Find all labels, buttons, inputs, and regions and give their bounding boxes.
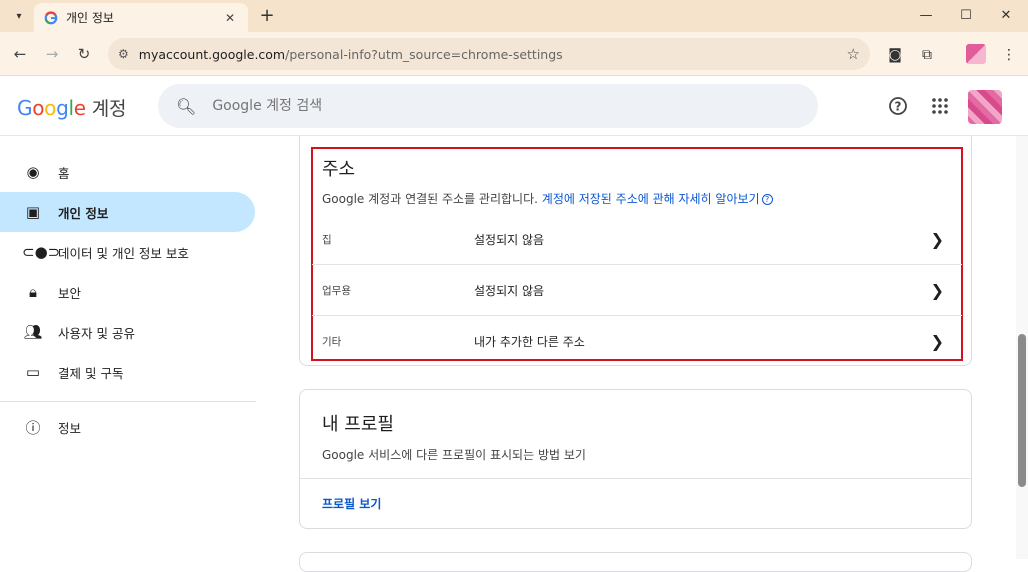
tab-search-dropdown-icon[interactable]: ▾ bbox=[8, 5, 30, 27]
card-divider bbox=[300, 478, 971, 479]
browser-profile-avatar[interactable] bbox=[966, 44, 986, 64]
browser-tab[interactable]: 개인 정보 ✕ bbox=[34, 3, 248, 32]
apps-grid-icon[interactable] bbox=[928, 94, 952, 118]
browser-menu-icon[interactable]: ⋮ bbox=[998, 44, 1020, 66]
url-text[interactable]: myaccount.google.com/personal-info?utm_s… bbox=[139, 47, 847, 62]
lock-icon: 🔒︎ bbox=[29, 283, 37, 301]
sidebar-item-label: 정보 bbox=[58, 420, 82, 436]
back-button[interactable]: ← bbox=[8, 42, 32, 66]
row-value: 설정되지 않음 bbox=[474, 232, 545, 247]
sidebar-divider bbox=[0, 401, 256, 402]
forward-button[interactable]: → bbox=[40, 42, 64, 66]
user-avatar[interactable] bbox=[968, 90, 1002, 124]
google-favicon-icon bbox=[44, 10, 58, 24]
address-bar[interactable]: ⚙ myaccount.google.com/personal-info?utm… bbox=[108, 38, 870, 70]
row-value: 설정되지 않음 bbox=[474, 283, 545, 298]
people-icon: 👥︎ bbox=[23, 323, 43, 341]
profile-description: Google 서비스에 다른 프로필이 표시되는 방법 보기 bbox=[322, 448, 586, 462]
search-input[interactable] bbox=[212, 98, 800, 114]
tab-close-icon[interactable]: ✕ bbox=[222, 11, 238, 25]
reload-button[interactable]: ↻ bbox=[72, 42, 96, 66]
sidebar-item-label: 사용자 및 공유 bbox=[58, 325, 135, 341]
address-description: Google 계정과 연결된 주소를 관리합니다. 계정에 저장된 주소에 관해… bbox=[322, 190, 773, 207]
chevron-right-icon: ❯ bbox=[930, 280, 944, 300]
account-search-bar[interactable]: 🔍︎ bbox=[158, 84, 818, 128]
sidebar-item-label: 데이터 및 개인 정보 보호 bbox=[58, 245, 189, 261]
product-name: 계정 bbox=[91, 98, 127, 120]
svg-text:?: ? bbox=[895, 100, 902, 114]
chevron-right-icon: ❯ bbox=[930, 331, 944, 351]
account-circle-icon: ◉ bbox=[26, 163, 40, 181]
sidebar-item-label: 홈 bbox=[58, 165, 70, 181]
sidebar-item-data-privacy[interactable]: ⊂●⊃ 데이터 및 개인 정보 보호 bbox=[0, 232, 255, 272]
sidebar-item-label: 개인 정보 bbox=[58, 205, 109, 221]
extensions-puzzle-icon[interactable]: ⧉ bbox=[916, 44, 938, 66]
credit-card-icon: ▭ bbox=[25, 363, 41, 381]
maximize-button[interactable]: ☐ bbox=[948, 4, 984, 26]
new-tab-button[interactable]: + bbox=[256, 4, 278, 26]
address-row-home[interactable]: 집 설정되지 않음 ❯ bbox=[312, 214, 962, 264]
toggle-icon: ⊂●⊃ bbox=[22, 243, 61, 261]
extension-icon[interactable]: ◙ bbox=[884, 44, 906, 66]
view-profile-link[interactable]: 프로필 보기 bbox=[322, 495, 381, 512]
browser-tab-bar: ▾ 개인 정보 ✕ + — ☐ ✕ bbox=[0, 0, 1028, 32]
close-window-button[interactable]: ✕ bbox=[988, 4, 1024, 26]
tab-title: 개인 정보 bbox=[66, 11, 114, 25]
page-scrollbar-thumb[interactable] bbox=[1018, 334, 1026, 487]
bookmark-star-icon[interactable]: ☆ bbox=[847, 45, 860, 63]
sidebar-item-home[interactable]: ◉ 홈 bbox=[0, 152, 255, 192]
minimize-button[interactable]: — bbox=[908, 4, 944, 26]
sidebar-item-security[interactable]: 🔒︎ 보안 bbox=[0, 272, 255, 312]
sidebar-item-about[interactable]: ⓘ 정보 bbox=[0, 407, 255, 447]
row-value: 내가 추가한 다른 주소 bbox=[474, 334, 585, 349]
help-icon[interactable]: ? bbox=[886, 94, 910, 118]
id-card-icon: ▣ bbox=[25, 203, 41, 221]
chevron-right-icon: ❯ bbox=[930, 229, 944, 249]
sidebar-item-people-sharing[interactable]: 👥︎ 사용자 및 공유 bbox=[0, 312, 255, 352]
info-icon: ⓘ bbox=[25, 418, 41, 437]
row-label: 업무용 bbox=[322, 284, 351, 297]
account-header: Google계정 🔍︎ ? bbox=[0, 76, 1028, 136]
sidebar-nav: ◉ 홈 ▣ 개인 정보 ⊂●⊃ 데이터 및 개인 정보 보호 🔒︎ 보안 👥︎ … bbox=[0, 136, 270, 559]
sidebar-item-label: 보안 bbox=[58, 285, 82, 301]
search-icon: 🔍︎ bbox=[176, 96, 197, 116]
row-label: 집 bbox=[322, 233, 332, 246]
site-info-icon[interactable]: ⚙ bbox=[118, 47, 129, 61]
sidebar-item-personal-info[interactable]: ▣ 개인 정보 bbox=[0, 192, 255, 232]
address-title: 주소 bbox=[322, 159, 356, 180]
sidebar-item-payments[interactable]: ▭ 결제 및 구독 bbox=[0, 352, 255, 392]
help-circle-icon[interactable]: ? bbox=[761, 194, 773, 205]
next-card bbox=[299, 552, 972, 572]
address-row-other[interactable]: 기타 내가 추가한 다른 주소 ❯ bbox=[312, 316, 962, 366]
row-label: 기타 bbox=[322, 335, 342, 348]
profile-title: 내 프로필 bbox=[322, 414, 394, 435]
browser-toolbar: ← → ↻ ⚙ myaccount.google.com/personal-in… bbox=[0, 32, 1028, 76]
google-account-logo[interactable]: Google 계정 bbox=[17, 94, 126, 121]
address-row-work[interactable]: 업무용 설정되지 않음 ❯ bbox=[312, 265, 962, 315]
address-learn-more-link[interactable]: 계정에 저장된 주소에 관해 자세히 알아보기 bbox=[542, 192, 760, 206]
sidebar-item-label: 결제 및 구독 bbox=[58, 365, 124, 381]
